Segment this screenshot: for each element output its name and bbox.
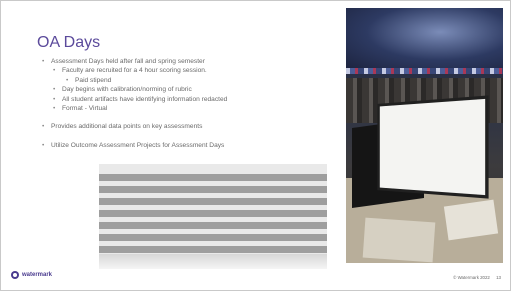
photo-laptop-screen (377, 95, 489, 199)
assessment-day-photo (346, 8, 503, 263)
slide: OA Days Assessment Days held after fall … (0, 0, 511, 291)
photo-lights (346, 68, 503, 74)
watermark-logo-icon (11, 271, 19, 279)
photo-stripe (99, 246, 327, 253)
bullet-item: Assessment Days held after fall and spri… (42, 57, 341, 67)
watermark-logo: watermark (11, 271, 52, 279)
photo-paper (362, 217, 436, 263)
bullet-list: Assessment Days held after fall and spri… (42, 57, 341, 151)
bullet-item: Provides additional data points on key a… (42, 122, 341, 132)
photo-paper (443, 199, 499, 241)
bullet-item: Paid stipend (51, 76, 341, 86)
bullet-item: Faculty are recruited for a 4 hour scori… (51, 66, 341, 76)
slide-title: OA Days (37, 34, 101, 51)
copyright-text: © Watermark 2022 (453, 275, 490, 280)
slide-footer: © Watermark 2022 13 (448, 275, 501, 280)
bullet-item: Day begins with calibration/norming of r… (51, 85, 341, 95)
page-number: 13 (496, 275, 501, 280)
watermark-logo-text: watermark (22, 272, 53, 278)
photo-ceiling (346, 8, 503, 68)
photo-stripe (99, 222, 327, 229)
rubric-screen-photo (99, 164, 327, 269)
photo-stripe (99, 210, 327, 217)
photo-floor (99, 254, 327, 269)
photo-stripe (99, 234, 327, 241)
photo-stripe (99, 174, 327, 181)
bullet-item: All student artifacts have identifying i… (51, 95, 341, 105)
photo-stripe (99, 186, 327, 193)
bullet-item: Utilize Outcome Assessment Projects for … (42, 141, 341, 151)
photo-stripe (99, 198, 327, 205)
bullet-item: Format - Virtual (51, 104, 341, 114)
